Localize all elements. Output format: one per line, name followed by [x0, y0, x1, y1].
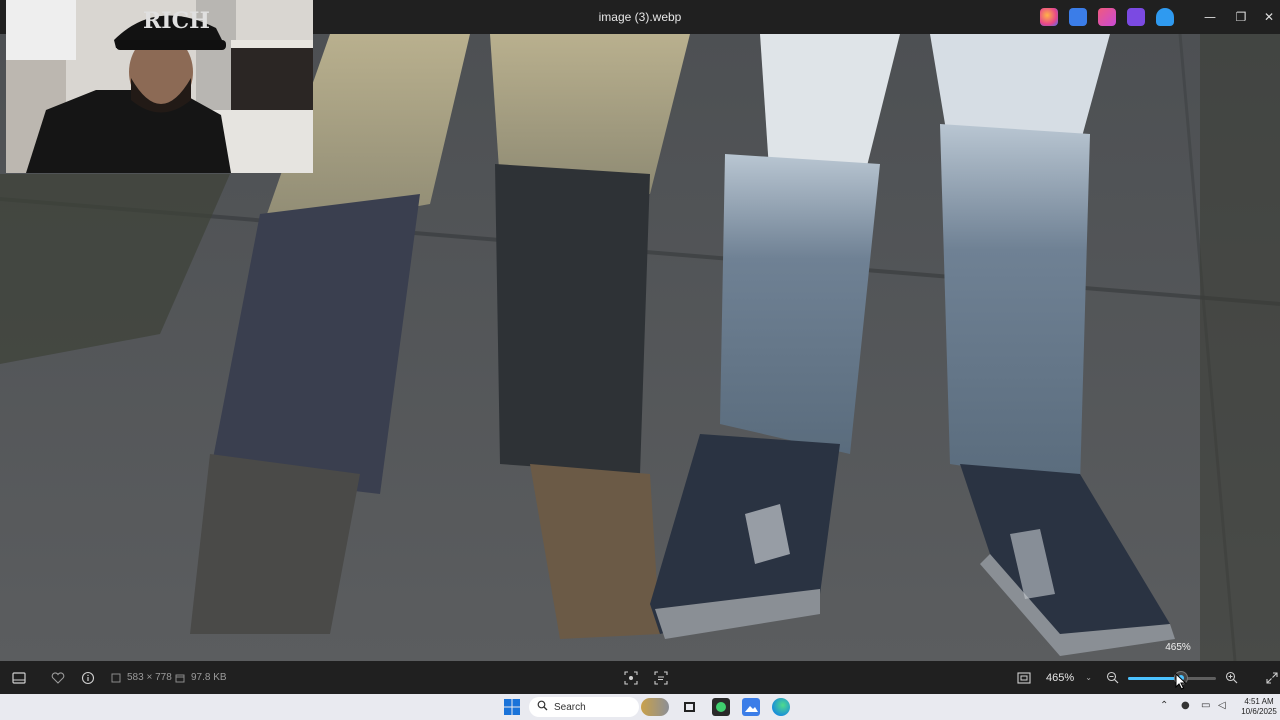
scan-text-button[interactable]	[653, 661, 669, 694]
volume-icon[interactable]: ◁	[1218, 700, 1226, 711]
onedrive-icon[interactable]	[1156, 8, 1174, 26]
zoom-out-icon	[1104, 670, 1120, 686]
task-view-icon	[684, 702, 695, 712]
webcam-feed: RICH	[6, 0, 313, 173]
widgets-button[interactable]	[641, 698, 669, 716]
zoom-out-button[interactable]	[1104, 661, 1120, 694]
edge-browser-button[interactable]	[772, 698, 790, 716]
zoom-slider-fill	[1128, 677, 1181, 680]
viewer-toolbar: 583 × 778 97.8 KB 465% ⌄	[0, 661, 1280, 694]
expand-icon	[1264, 670, 1280, 686]
title-bar-app-icons	[1040, 8, 1174, 26]
fit-window-icon	[1016, 670, 1032, 686]
copilot-icon[interactable]	[1040, 8, 1058, 26]
restore-button[interactable]: ❐	[1226, 6, 1256, 28]
task-view-button[interactable]	[681, 698, 699, 716]
clipchamp-icon[interactable]	[1127, 8, 1145, 26]
crop-button[interactable]	[623, 661, 639, 694]
clock-date: 10/6/2025	[1241, 707, 1277, 716]
terminal-app-button[interactable]	[712, 698, 730, 716]
network-icon[interactable]: ▭	[1201, 700, 1210, 711]
photos-app-button[interactable]	[742, 698, 760, 716]
taskbar: Search ⌃ ● ▭ ◁ 4:51 AM 10/6/2025	[0, 694, 1280, 720]
edit-pen-icon[interactable]	[1069, 8, 1087, 26]
dimensions-text: 583 × 778	[127, 672, 172, 683]
svg-text:RICH: RICH	[143, 8, 210, 34]
info-icon	[80, 670, 96, 686]
zoom-dropdown[interactable]: 465% ⌄	[1040, 666, 1098, 689]
search-placeholder: Search	[554, 701, 586, 713]
scan-text-icon	[653, 670, 669, 686]
zoom-value: 465%	[1046, 671, 1075, 684]
taskbar-clock[interactable]: 4:51 AM 10/6/2025	[1238, 697, 1280, 717]
chevron-down-icon: ⌄	[1085, 673, 1092, 682]
tray-overflow-chevron-icon[interactable]: ⌃	[1160, 700, 1168, 711]
heart-icon	[50, 670, 66, 686]
zoom-tooltip: 465%	[1165, 642, 1191, 653]
favorite-button[interactable]	[50, 661, 66, 694]
taskbar-search[interactable]: Search	[529, 697, 639, 717]
file-size: 97.8 KB	[174, 661, 227, 694]
image-dimensions: 583 × 778	[110, 661, 172, 694]
start-button[interactable]	[503, 698, 521, 716]
webcam-overlay: RICH	[6, 0, 313, 173]
dimensions-icon	[110, 670, 122, 686]
visual-search-icon	[623, 670, 639, 686]
minimize-button[interactable]: —	[1195, 6, 1225, 28]
filmstrip-button[interactable]	[11, 661, 27, 694]
file-size-icon	[174, 670, 186, 686]
search-icon	[537, 700, 548, 714]
microphone-icon[interactable]: ●	[1181, 700, 1190, 711]
filmstrip-icon	[11, 670, 27, 686]
file-size-text: 97.8 KB	[191, 672, 227, 683]
zoom-slider[interactable]	[1128, 671, 1216, 685]
zoom-in-icon	[1223, 670, 1239, 686]
close-button[interactable]: ✕	[1258, 6, 1280, 28]
fit-to-window-button[interactable]	[1016, 661, 1032, 694]
zoom-in-button[interactable]	[1223, 661, 1239, 694]
clock-time: 4:51 AM	[1244, 697, 1274, 706]
terminal-icon	[716, 702, 726, 712]
designer-icon[interactable]	[1098, 8, 1116, 26]
photos-icon	[745, 706, 758, 712]
windows-logo-icon	[504, 699, 520, 715]
mouse-cursor	[1175, 673, 1187, 690]
full-screen-button[interactable]	[1264, 661, 1280, 694]
file-info-button[interactable]	[80, 661, 96, 694]
